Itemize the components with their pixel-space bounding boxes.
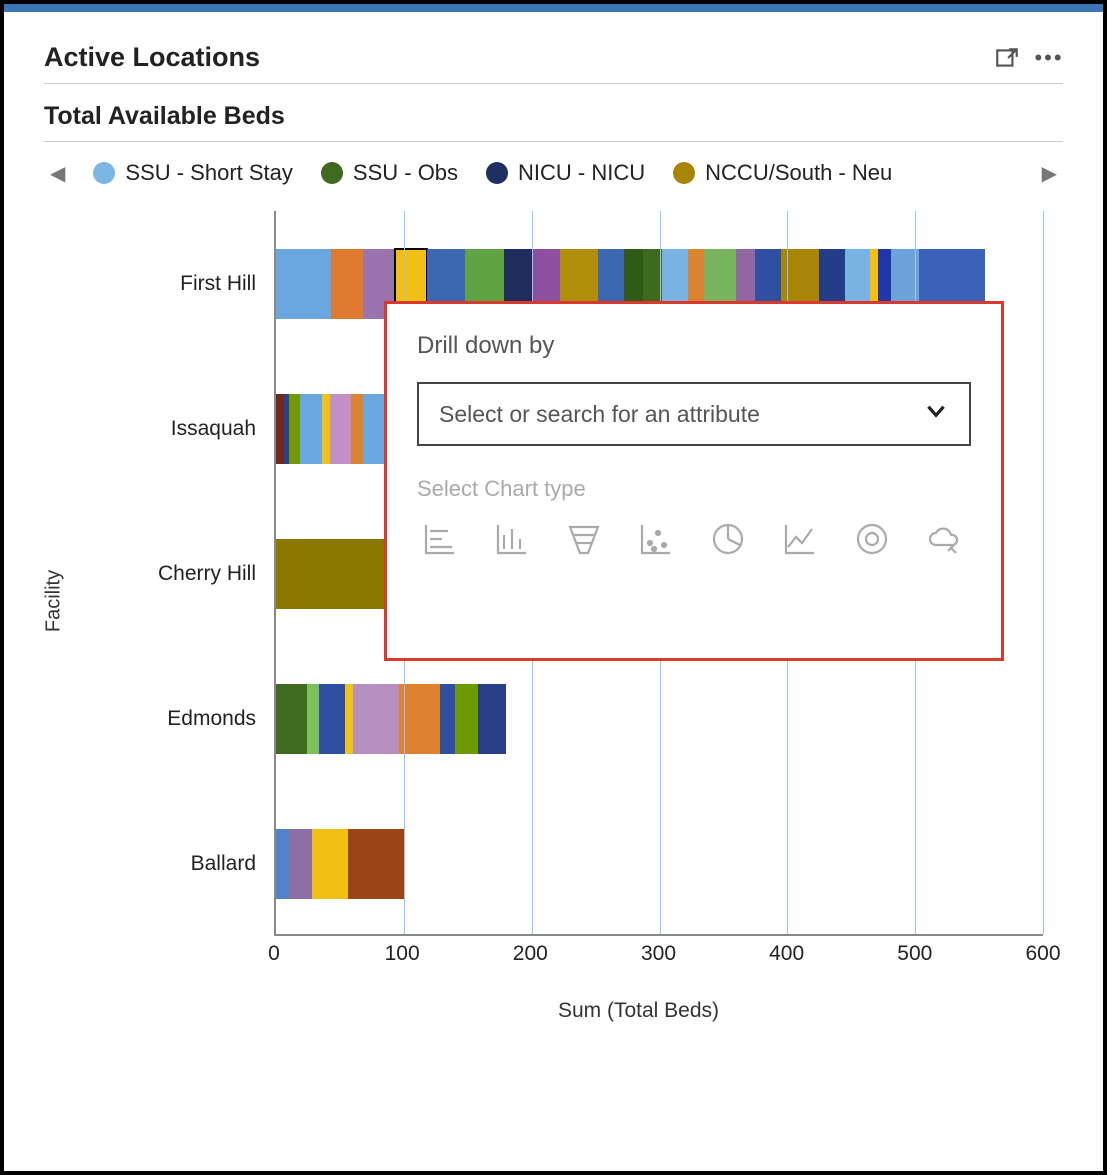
legend-item[interactable]: SSU - Short Stay: [93, 160, 293, 186]
chart-type-line-icon[interactable]: [777, 516, 823, 562]
chart-type-label: Select Chart type: [417, 476, 971, 502]
category-label: Cherry Hill: [158, 562, 256, 586]
x-tick-label: 0: [268, 942, 280, 966]
bar-segment[interactable]: [289, 829, 312, 899]
top-accent-bar: [4, 4, 1103, 12]
bar-segment[interactable]: [276, 394, 284, 464]
bar-segment[interactable]: [307, 684, 320, 754]
x-tick-label: 300: [641, 942, 676, 966]
legend-swatch: [93, 162, 115, 184]
drill-down-attribute-select[interactable]: Select or search for an attribute: [417, 382, 971, 446]
chart-type-donut-icon[interactable]: [849, 516, 895, 562]
bar-segment[interactable]: [319, 684, 345, 754]
bar-segment[interactable]: [353, 684, 399, 754]
chart-type-cloud-icon[interactable]: [921, 516, 967, 562]
legend-swatch: [486, 162, 508, 184]
legend-swatch: [321, 162, 343, 184]
category-label: Ballard: [191, 852, 256, 876]
chart-type-bar-h-icon[interactable]: [417, 516, 463, 562]
bar-segment[interactable]: [300, 394, 322, 464]
bar-segment[interactable]: [289, 394, 301, 464]
bar-segment[interactable]: [276, 684, 307, 754]
expand-icon[interactable]: [993, 44, 1021, 72]
chart-type-pie-icon[interactable]: [705, 516, 751, 562]
legend-label: SSU - Short Stay: [125, 160, 293, 186]
chart-title: Total Available Beds: [44, 102, 1063, 142]
bar-segment[interactable]: [478, 684, 506, 754]
chart-type-scatter-icon[interactable]: [633, 516, 679, 562]
x-tick-label: 600: [1025, 942, 1060, 966]
legend-swatch: [673, 162, 695, 184]
y-axis-title: Facility: [43, 570, 66, 632]
chart-card-frame: Active Locations ••• Total Available Bed…: [0, 0, 1107, 1175]
drill-down-title: Drill down by: [417, 332, 971, 360]
legend: ◀ SSU - Short Stay SSU - Obs NICU - NICU NC…: [44, 160, 1063, 186]
legend-scroll-left[interactable]: ◀: [44, 161, 71, 186]
bar-segment[interactable]: [363, 394, 385, 464]
legend-label: NCCU/South - Neu: [705, 160, 892, 186]
chevron-down-icon: [923, 398, 949, 430]
x-tick-label: 100: [385, 942, 420, 966]
chart-type-bar-v-icon[interactable]: [489, 516, 535, 562]
card-action-icons: •••: [993, 44, 1063, 72]
x-axis-title: Sum (Total Beds): [234, 999, 1043, 1023]
drill-down-popup: Drill down by Select or search for an at…: [384, 301, 1004, 661]
bar-segment[interactable]: [322, 394, 330, 464]
bar-segment[interactable]: [348, 829, 404, 899]
more-options-icon[interactable]: •••: [1035, 44, 1063, 72]
category-label: Issaquah: [171, 417, 256, 441]
legend-label: SSU - Obs: [353, 160, 458, 186]
bar-segment[interactable]: [455, 684, 478, 754]
legend-label: NICU - NICU: [518, 160, 645, 186]
card-title: Active Locations: [44, 42, 260, 73]
bar-segment[interactable]: [312, 829, 348, 899]
bar-segment[interactable]: [276, 829, 289, 899]
x-tick-label: 200: [513, 942, 548, 966]
legend-item[interactable]: NICU - NICU: [486, 160, 645, 186]
category-label: First Hill: [180, 272, 256, 296]
legend-item[interactable]: SSU - Obs: [321, 160, 458, 186]
bar-segment[interactable]: [440, 684, 455, 754]
legend-item[interactable]: NCCU/South - Neu: [673, 160, 892, 186]
chart-type-row: [417, 516, 971, 562]
bar-edmonds[interactable]: [276, 684, 506, 754]
drill-down-placeholder: Select or search for an attribute: [439, 401, 760, 428]
x-tick-label: 400: [769, 942, 804, 966]
chart-type-funnel-icon[interactable]: [561, 516, 607, 562]
bar-segment[interactable]: [351, 394, 363, 464]
bar-ballard[interactable]: [276, 829, 404, 899]
card-header: Active Locations •••: [44, 42, 1063, 84]
chart-plot-area: Facility First HillIssaquahCherry HillEd…: [84, 211, 1063, 991]
x-tick-label: 500: [897, 942, 932, 966]
bar-segment[interactable]: [330, 394, 352, 464]
bar-segment[interactable]: [276, 249, 331, 319]
bar-segment[interactable]: [331, 249, 363, 319]
bar-segment[interactable]: [345, 684, 353, 754]
chart-card: Active Locations ••• Total Available Bed…: [4, 12, 1103, 1023]
category-label: Edmonds: [167, 707, 256, 731]
legend-scroll-right[interactable]: ▶: [1036, 161, 1063, 186]
